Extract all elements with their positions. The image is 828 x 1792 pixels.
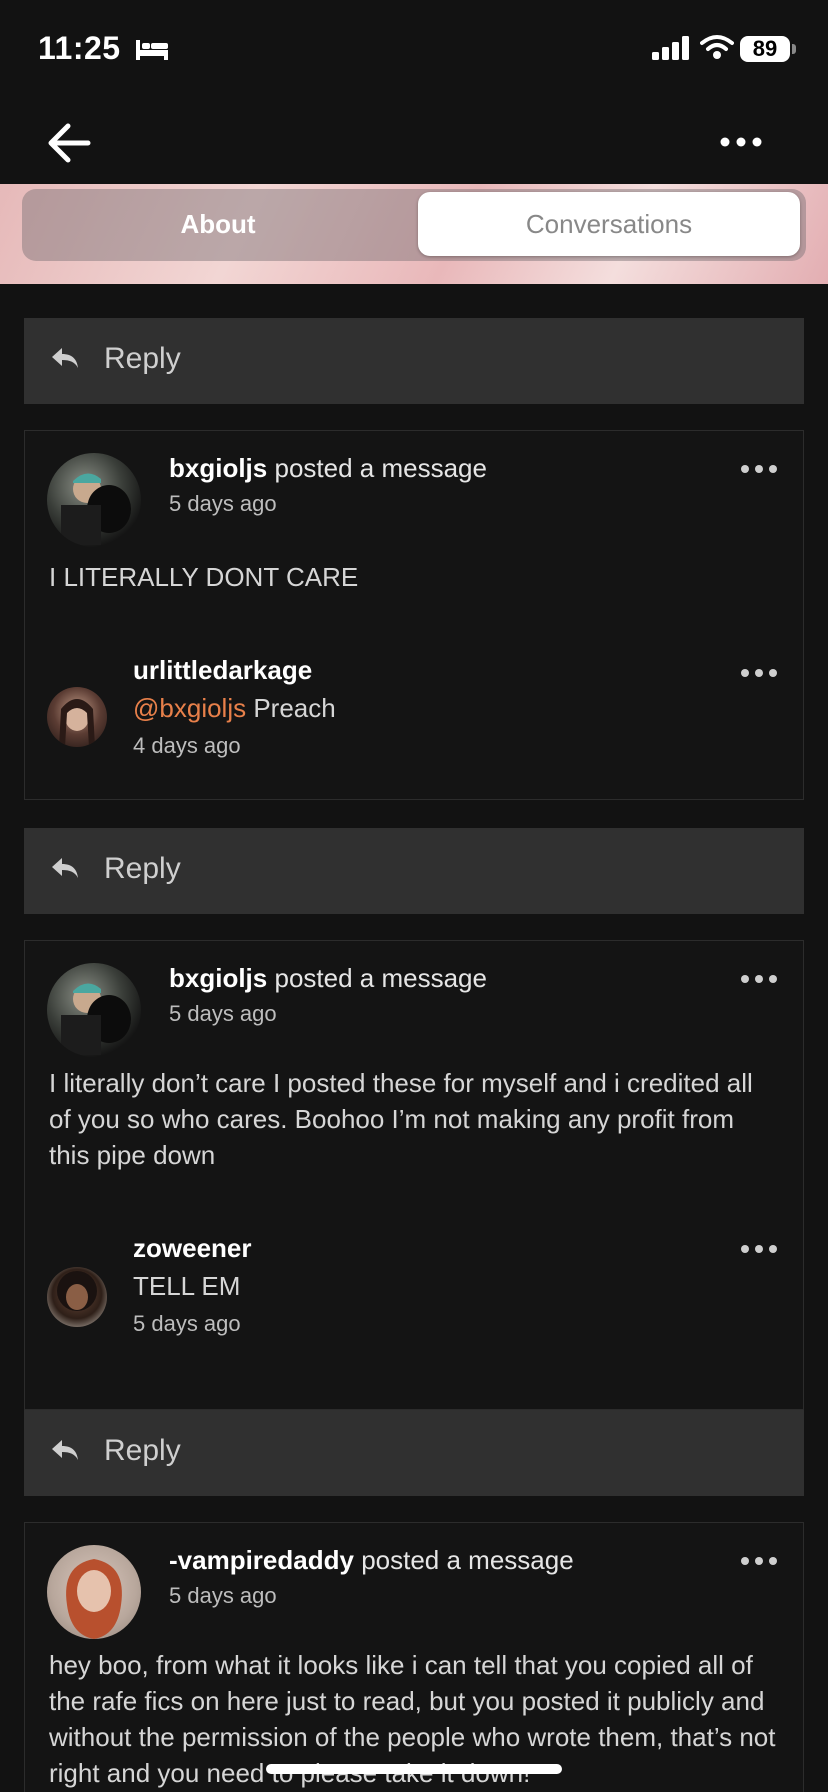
avatar-photo: [57, 1271, 97, 1311]
avatar[interactable]: [47, 963, 141, 1057]
post-header: bxgioljs posted a message: [169, 453, 487, 484]
comment-text: TELL EM: [133, 1271, 240, 1302]
more-options-icon[interactable]: [739, 1555, 779, 1567]
reply-icon: [52, 1440, 78, 1460]
post-username[interactable]: -vampiredaddy: [169, 1545, 354, 1575]
comment-avatar[interactable]: [47, 1267, 107, 1327]
status-bar: 11:25 89: [0, 0, 828, 100]
battery-indicator: 89: [740, 36, 790, 62]
more-horizontal-icon[interactable]: [716, 130, 766, 154]
mention-link[interactable]: @bxgioljs: [133, 693, 246, 723]
reply-label: Reply: [104, 342, 181, 375]
post-action: posted a message: [361, 1545, 574, 1575]
wifi-icon: [700, 35, 734, 59]
avatar[interactable]: [47, 453, 141, 547]
reply-label: Reply: [104, 852, 181, 885]
post-action: posted a message: [274, 963, 487, 993]
post-time: 5 days ago: [169, 491, 277, 516]
comment-username[interactable]: zoweener: [133, 1233, 252, 1264]
more-options-icon[interactable]: [739, 667, 779, 679]
post-username[interactable]: bxgioljs: [169, 453, 267, 483]
post-body: I literally don’t care I posted these fo…: [49, 1068, 753, 1170]
post-time: 5 days ago: [169, 1583, 277, 1608]
reply-button[interactable]: Reply: [24, 1410, 804, 1496]
more-options-icon[interactable]: [739, 1243, 779, 1255]
reply-button[interactable]: Reply: [24, 318, 804, 404]
sleep-focus-icon: [136, 40, 168, 60]
post-body: I LITERALLY DONT CARE: [49, 562, 359, 592]
comment-message: TELL EM: [133, 1271, 241, 1301]
nav-bar: [0, 100, 828, 184]
post-header: bxgioljs posted a message: [169, 963, 487, 994]
avatar-photo: [66, 1559, 122, 1639]
comment-message: Preach: [253, 693, 336, 723]
comment-time: 5 days ago: [133, 1311, 241, 1336]
arrow-left-icon[interactable]: [44, 118, 94, 168]
tab-conversations[interactable]: Conversations: [418, 192, 800, 256]
avatar-photo: [59, 699, 95, 747]
reply-button[interactable]: Reply: [24, 828, 804, 914]
more-options-icon[interactable]: [739, 973, 779, 985]
comment-text: @bxgioljs Preach: [133, 693, 336, 724]
comment-avatar[interactable]: [47, 687, 107, 747]
reply-icon: [52, 858, 78, 878]
avatar[interactable]: [47, 1545, 141, 1639]
post-time: 5 days ago: [169, 1001, 277, 1026]
post-card: bxgioljs posted a message 5 days ago I L…: [24, 430, 804, 800]
post-header: -vampiredaddy posted a message: [169, 1545, 574, 1576]
tab-about[interactable]: About: [22, 192, 414, 256]
post-card: -vampiredaddy posted a message 5 days ag…: [24, 1522, 804, 1792]
cellular-signal-icon: [652, 36, 689, 60]
conversation-feed: Reply bxgioljs posted a message 5 days a…: [0, 284, 828, 1792]
avatar-photo: [61, 473, 131, 545]
tab-bar: About Conversations: [0, 184, 828, 284]
comment-username[interactable]: urlittledarkage: [133, 655, 312, 686]
more-options-icon[interactable]: [739, 463, 779, 475]
post-action: posted a message: [274, 453, 487, 483]
post-card: bxgioljs posted a message 5 days ago I l…: [24, 940, 804, 1410]
status-time: 11:25: [38, 30, 121, 66]
home-indicator[interactable]: [266, 1764, 562, 1774]
battery-tip: [792, 44, 796, 54]
post-username[interactable]: bxgioljs: [169, 963, 267, 993]
reply-icon: [52, 348, 78, 368]
avatar-photo: [61, 983, 131, 1055]
reply-label: Reply: [104, 1434, 181, 1467]
comment-time: 4 days ago: [133, 733, 241, 758]
